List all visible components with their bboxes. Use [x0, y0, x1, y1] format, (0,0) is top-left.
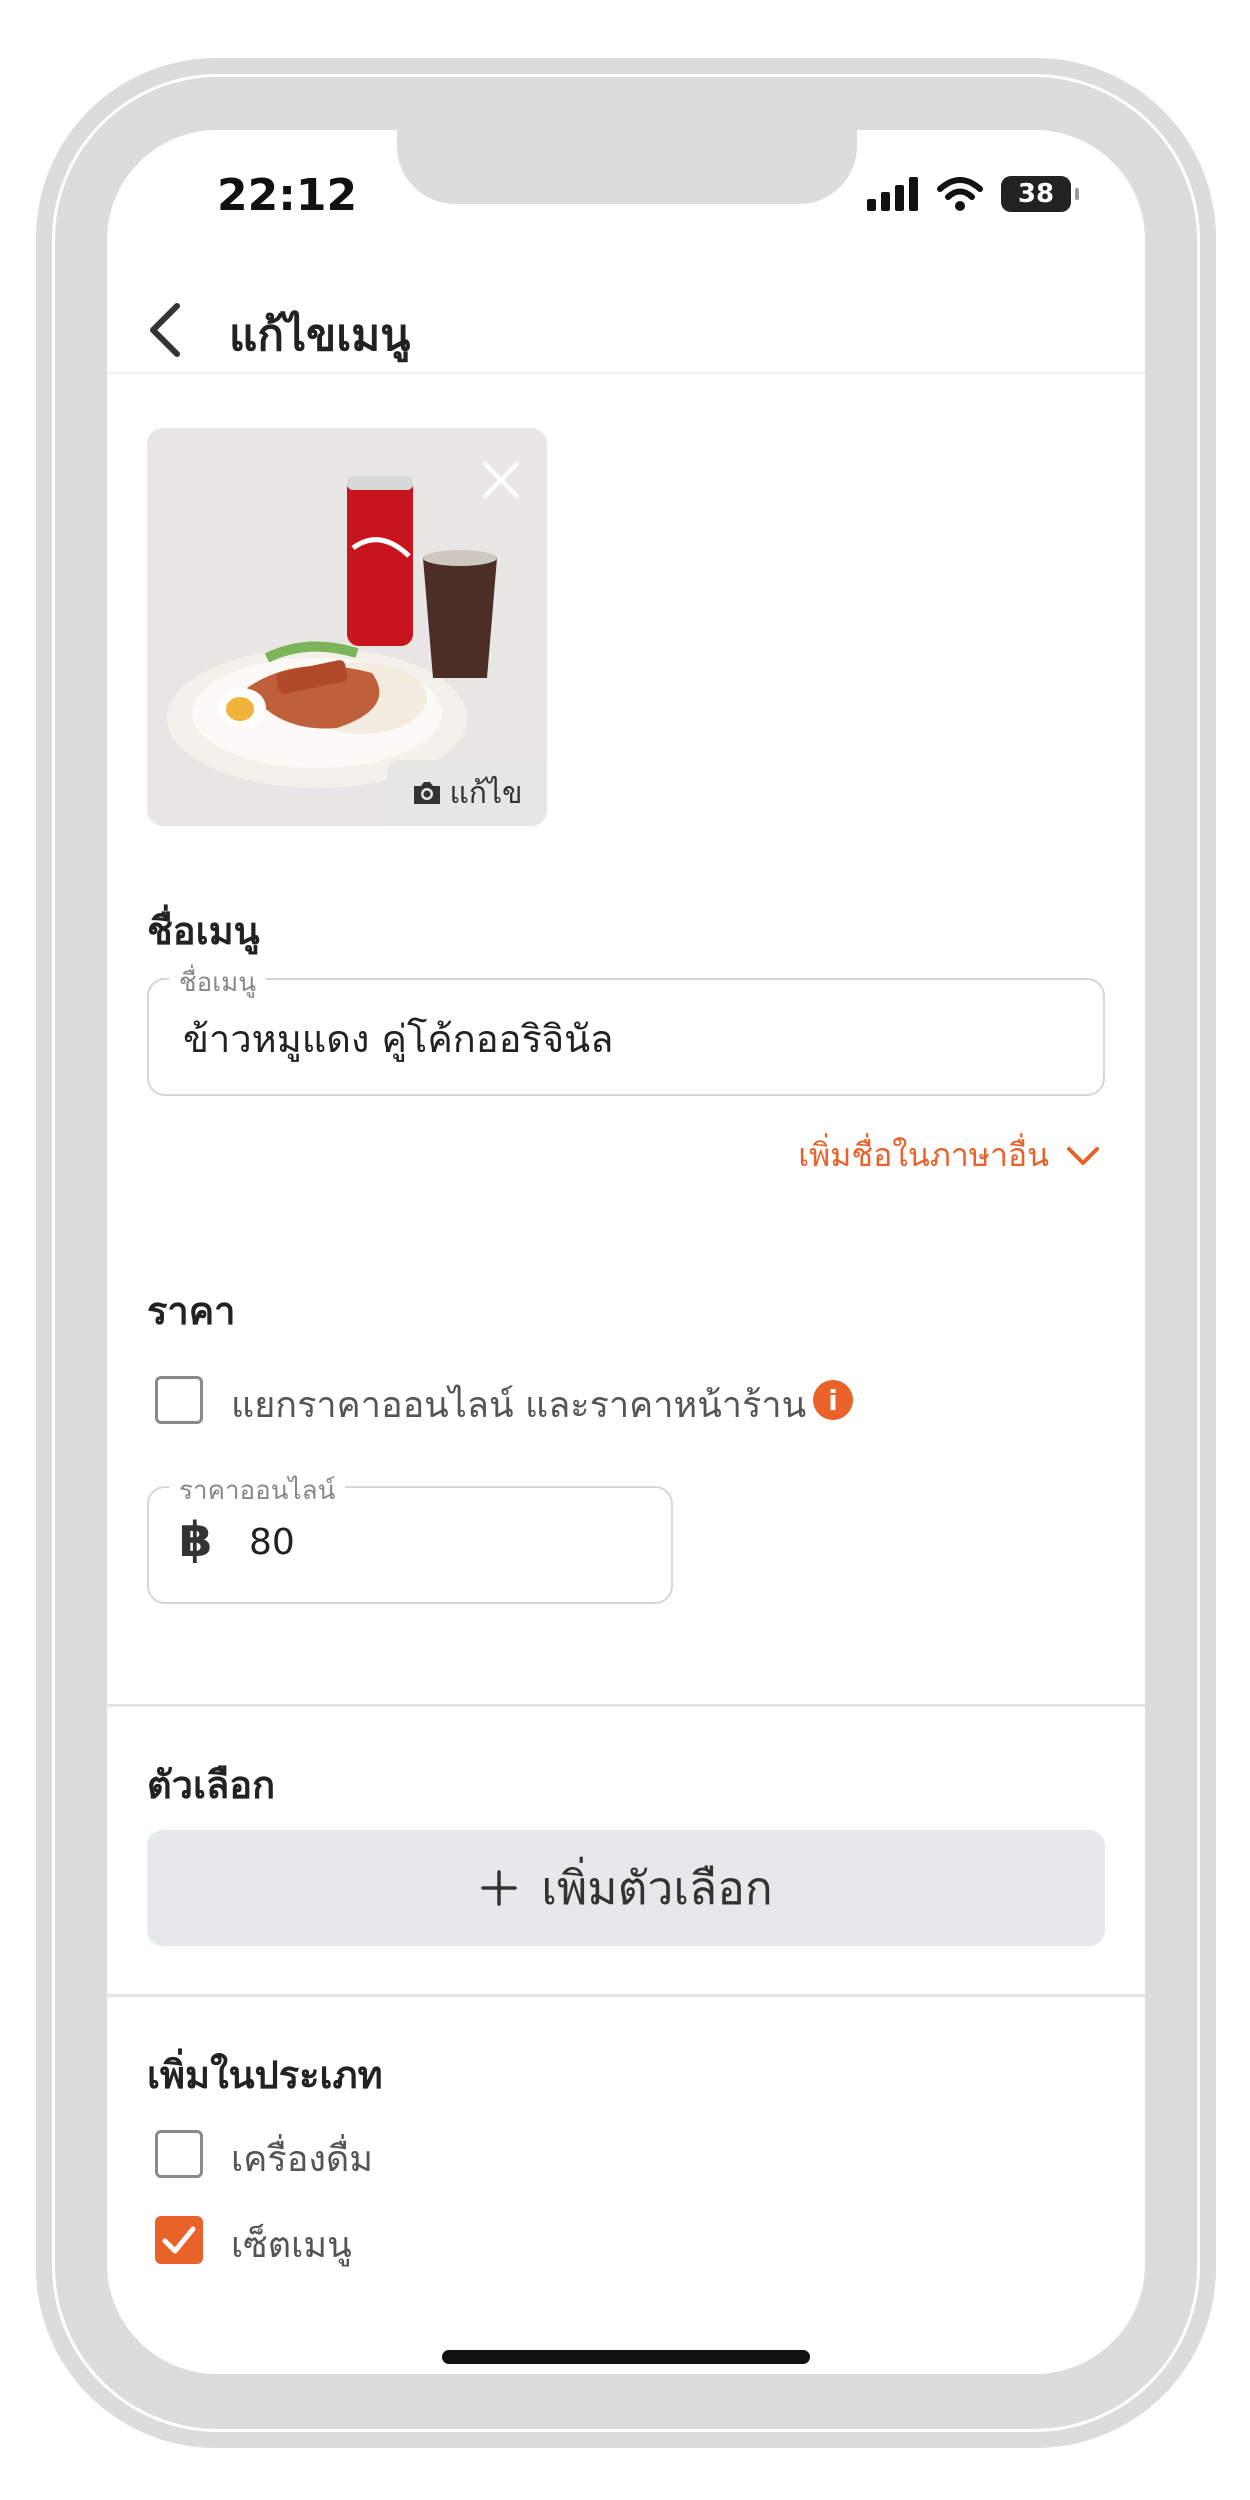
camera-icon — [414, 782, 441, 804]
section-divider — [107, 1994, 1145, 1997]
add-option-button[interactable]: เพิ่มตัวเลือก — [147, 1830, 1105, 1946]
menu-name-value: ข้าวหมูแดง คู่โค้กออริจินัล — [183, 1017, 614, 1061]
add-option-label: เพิ่มตัวเลือก — [541, 1860, 773, 1915]
home-indicator[interactable] — [442, 2350, 810, 2364]
baht-icon: ฿ — [179, 1512, 213, 1568]
add-other-language-link[interactable]: เพิ่มชื่อในภาษาอื่น — [798, 1130, 1101, 1181]
edit-photo-label: แก้ไข — [449, 775, 523, 811]
category-label-drinks: เครื่องดื่ม — [231, 2139, 374, 2180]
chevron-down-icon — [1067, 1146, 1099, 1165]
split-price-checkbox[interactable] — [155, 1376, 203, 1424]
menu-name-field-label: ชื่อเมนู — [169, 962, 267, 1003]
status-icons: 38 — [867, 174, 1079, 214]
category-checkbox-set-menu[interactable] — [155, 2216, 203, 2264]
back-button[interactable] — [143, 300, 193, 360]
price-section-title: ราคา — [147, 1289, 236, 1333]
online-price-value: 80 — [249, 1522, 295, 1563]
checkmark-icon — [162, 2226, 196, 2254]
remove-photo-icon[interactable] — [477, 456, 525, 504]
split-price-label: แยกราคาออนไลน์ และราคาหน้าร้าน — [231, 1385, 807, 1426]
category-section-title: เพิ่มในประเภท — [147, 2053, 383, 2097]
info-icon[interactable]: i — [813, 1380, 853, 1420]
edit-photo-button[interactable]: แก้ไข — [387, 760, 547, 826]
signal-icon — [867, 177, 918, 211]
battery-icon: 38 — [1001, 176, 1079, 212]
online-price-field[interactable]: ราคาออนไลน์ ฿ 80 — [147, 1470, 673, 1604]
add-other-language-label: เพิ่มชื่อในภาษาอื่น — [798, 1136, 1049, 1174]
app-header: แก้ไขเมนู — [107, 270, 1145, 374]
menu-name-field[interactable]: ชื่อเมนู ข้าวหมูแดง คู่โค้กออริจินัล — [147, 962, 1105, 1096]
plus-icon — [481, 1870, 518, 1906]
status-time: 22:12 — [217, 170, 358, 221]
menu-photo[interactable]: แก้ไข — [147, 428, 547, 826]
notch — [397, 130, 857, 204]
category-label-set-menu: เซ็ตเมนู — [231, 2225, 352, 2266]
wifi-icon — [937, 177, 983, 211]
section-divider — [107, 1704, 1145, 1707]
options-section-title: ตัวเลือก — [147, 1763, 276, 1807]
phone-screen: 22:12 38 แก้ไขเมนู แก้ไข ชื่อเมนู ชื่อเม… — [107, 130, 1145, 2374]
category-checkbox-drinks[interactable] — [155, 2130, 203, 2178]
menu-name-section-title: ชื่อเมนู — [147, 909, 260, 953]
page-title: แก้ไขเมนู — [229, 310, 411, 361]
online-price-field-label: ราคาออนไลน์ — [169, 1470, 346, 1511]
